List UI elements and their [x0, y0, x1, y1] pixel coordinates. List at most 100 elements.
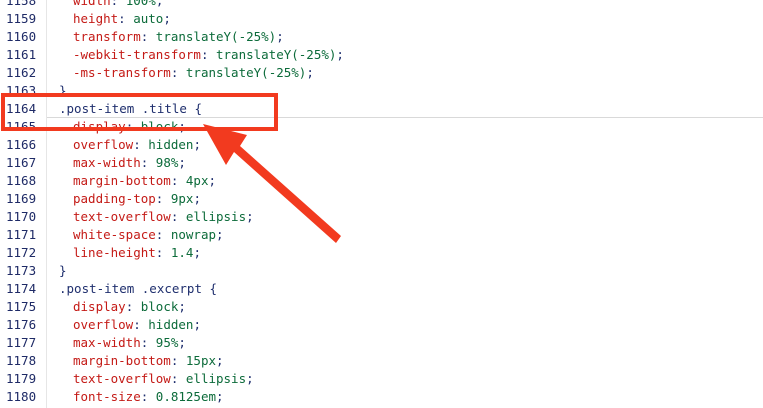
code-token-punc: ;: [178, 155, 186, 170]
code-token-colon: :: [140, 335, 156, 350]
code-text: display: block;: [59, 118, 186, 136]
code-token-punc: ;: [163, 11, 171, 26]
code-line[interactable]: 1160 transform: translateY(-25%);: [0, 28, 763, 46]
code-token-val: block: [140, 299, 179, 314]
code-line[interactable]: 1159 height: auto;: [0, 10, 763, 28]
code-token-sel: .post-item .excerpt: [59, 281, 210, 296]
code-token-val: 1.4: [170, 245, 194, 260]
line-number: 1175: [6, 299, 37, 314]
code-line[interactable]: 1161 -webkit-transform: translateY(-25%);: [0, 46, 763, 64]
code-token-prop: padding-top: [73, 191, 156, 206]
code-token-prop: text-overflow: [73, 371, 171, 386]
code-token-punc: }: [59, 83, 67, 98]
code-token-punc: ;: [208, 173, 217, 188]
code-text: font-size: 0.8125em;: [59, 388, 224, 406]
code-token-val: 100%: [125, 0, 156, 8]
line-number: 1164: [6, 101, 37, 116]
line-number: 1179: [6, 371, 37, 386]
code-token-punc: ;: [216, 389, 224, 404]
code-text: padding-top: 9px;: [59, 190, 201, 208]
code-line[interactable]: 1174 .post-item .excerpt {: [0, 280, 763, 298]
line-number: 1158: [6, 0, 37, 8]
code-token-colon: :: [200, 47, 216, 62]
code-token-prop: margin-bottom: [73, 173, 171, 188]
code-line[interactable]: 1175 display: block;: [0, 298, 763, 316]
code-line[interactable]: 1179 text-overflow: ellipsis;: [0, 370, 763, 388]
code-token-punc: ;: [178, 335, 186, 350]
code-token-colon: :: [140, 29, 156, 44]
code-token-punc: ;: [216, 353, 224, 368]
code-token-punc: ;: [155, 0, 164, 8]
code-token-val: hidden: [148, 317, 194, 332]
code-line[interactable]: 1170 text-overflow: ellipsis;: [0, 208, 763, 226]
line-number: 1159: [6, 11, 37, 26]
code-text: margin-bottom: 4px;: [59, 172, 216, 190]
line-number: 1177: [6, 335, 37, 350]
code-line[interactable]: 1178 margin-bottom: 15px;: [0, 352, 763, 370]
code-token-prop: text-overflow: [73, 209, 171, 224]
code-text: height: auto;: [59, 10, 171, 28]
code-token-colon: :: [125, 119, 141, 134]
code-token-colon: :: [170, 371, 186, 386]
code-text: max-width: 98%;: [59, 154, 186, 172]
code-token-prop: max-width: [73, 335, 141, 350]
code-line[interactable]: 1162 -ms-transform: translateY(-25%);: [0, 64, 763, 82]
code-token-punc: ;: [193, 191, 201, 206]
code-line[interactable]: 1171 white-space: nowrap;: [0, 226, 763, 244]
code-text: text-overflow: ellipsis;: [59, 208, 254, 226]
code-token-punc: ;: [193, 317, 201, 332]
code-token-val: ellipsis: [185, 209, 247, 224]
code-token-punc: ;: [193, 137, 201, 152]
code-token-prop: line-height: [73, 245, 156, 260]
code-text: overflow: hidden;: [59, 136, 201, 154]
code-token-punc: ;: [216, 227, 224, 242]
code-token-colon: :: [170, 209, 186, 224]
code-token-colon: :: [155, 191, 171, 206]
code-token-val: block: [140, 119, 179, 134]
code-token-val: nowrap: [170, 227, 217, 242]
code-line[interactable]: 1172 line-height: 1.4;: [0, 244, 763, 262]
line-number: 1172: [6, 245, 37, 260]
code-line[interactable]: 1177 max-width: 95%;: [0, 334, 763, 352]
code-token-punc: ;: [276, 29, 284, 44]
code-token-punc: ;: [178, 299, 186, 314]
code-token-prop: margin-bottom: [73, 353, 171, 368]
code-token-colon: :: [133, 317, 149, 332]
code-token-prop: height: [73, 11, 119, 26]
line-number: 1180: [6, 389, 37, 404]
code-token-val: auto: [133, 11, 164, 26]
code-token-punc: ;: [306, 65, 314, 80]
code-text: width: 100%;: [59, 0, 163, 10]
code-token-colon: :: [155, 245, 171, 260]
code-text: display: block;: [59, 298, 186, 316]
line-number: 1167: [6, 155, 37, 170]
code-token-val: 95%: [155, 335, 179, 350]
code-token-colon: :: [118, 11, 134, 26]
code-line[interactable]: 1176 overflow: hidden;: [0, 316, 763, 334]
code-line[interactable]: 1166 overflow: hidden;: [0, 136, 763, 154]
code-line[interactable]: 1168 margin-bottom: 4px;: [0, 172, 763, 190]
code-line[interactable]: 1158 width: 100%;: [0, 0, 763, 10]
code-line[interactable]: 1173}: [0, 262, 763, 280]
code-token-colon: :: [133, 137, 149, 152]
code-token-val: hidden: [148, 137, 194, 152]
code-token-punc: {: [209, 281, 218, 296]
code-token-colon: :: [155, 227, 171, 242]
code-text: }: [59, 262, 67, 280]
code-line[interactable]: 1169 padding-top: 9px;: [0, 190, 763, 208]
code-text: overflow: hidden;: [59, 316, 201, 334]
code-line[interactable]: 1164 .post-item .title {: [0, 100, 763, 118]
code-text: -webkit-transform: translateY(-25%);: [59, 46, 344, 64]
code-line[interactable]: 1167 max-width: 98%;: [0, 154, 763, 172]
code-line[interactable]: 1165 display: block;: [0, 118, 763, 136]
code-token-prop: overflow: [73, 317, 134, 332]
code-token-val: translateY(-25%): [185, 65, 307, 80]
line-number: 1173: [6, 263, 37, 278]
code-token-punc: ;: [193, 245, 201, 260]
code-line[interactable]: 1180 font-size: 0.8125em;: [0, 388, 763, 406]
code-text: max-width: 95%;: [59, 334, 186, 352]
line-number: 1161: [6, 47, 37, 62]
line-number: 1169: [6, 191, 37, 206]
code-token-punc: {: [194, 101, 202, 116]
code-line[interactable]: 1163}: [0, 82, 763, 100]
